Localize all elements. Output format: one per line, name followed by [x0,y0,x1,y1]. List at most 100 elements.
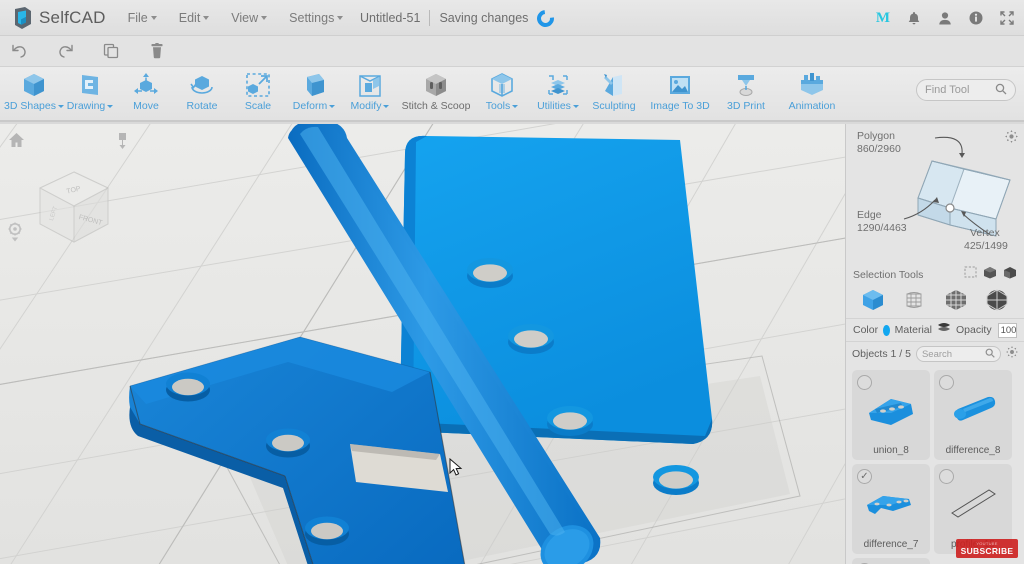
menu-file[interactable]: File [128,11,157,25]
ribbon-tool-animation[interactable]: Animation [774,67,850,122]
utilities-icon [544,70,572,100]
top-right-icons: M [876,0,1014,36]
selfcad-logo-icon [12,6,34,30]
divider [429,10,430,26]
selection-tools-row: Selection Tools [846,264,1024,286]
find-tool-search[interactable]: Find Tool [916,79,1016,101]
material-icon[interactable] [937,321,951,339]
grid-snap-icon[interactable] [115,132,130,155]
ribbon-tool-stitch-scoop[interactable]: Stitch & Scoop [398,67,474,122]
ribbon-tool-tools[interactable]: Tools [474,67,530,122]
ribbon-tool-rotate[interactable]: Rotate [174,67,230,122]
undo-icon[interactable] [8,40,30,62]
object-checkbox[interactable] [939,469,954,484]
menu-view[interactable]: View [231,11,267,25]
ribbon-tool-drawing[interactable]: Drawing [62,67,118,122]
ribbon-tool-scale[interactable]: Scale [230,67,286,122]
viewport-settings-icon[interactable] [6,222,24,247]
menu-settings-label: Settings [289,11,334,25]
ribbon-tool-deform[interactable]: Deform [286,67,342,122]
ribbon-tool-utilities[interactable]: Utilities [530,67,586,122]
objects-settings-icon[interactable] [1006,345,1018,363]
object-name: difference_8 [946,445,1001,456]
objects-grid: union_8 difference_8 ✓ [846,366,1024,564]
object-mode-icon[interactable] [861,288,885,317]
edge-mode-icon[interactable] [944,288,968,317]
menu-view-label: View [231,11,258,25]
chevron-down-icon [203,16,209,20]
color-label: Color [853,324,878,336]
search-icon [995,83,1007,98]
mesh-statistics: Polygon 860/2960 Edge 1290/4463 Vertex 4… [846,124,1024,264]
notification-bell-icon[interactable] [907,11,921,26]
object-card-union-8[interactable]: union_8 [852,370,930,460]
brand: SelfCAD [12,6,106,30]
edit-toolbar [0,36,1024,67]
polygon-label: Polygon [857,130,895,143]
cube-icon [20,70,48,100]
face-mode-icon[interactable] [902,288,926,317]
home-icon[interactable] [8,132,25,154]
main-ribbon-toolbar: 3D Shapes Drawing Move Rotate [0,67,1024,122]
fullscreen-icon[interactable] [1000,11,1014,25]
material-label: Material [895,324,932,336]
rectangle-select-icon[interactable] [964,266,977,284]
object-card-difference-7[interactable]: ✓ difference_7 [852,464,930,554]
m-brand-logo[interactable]: M [876,10,890,27]
3d-print-icon [732,70,760,100]
chevron-down-icon [107,105,113,108]
object-checkbox-checked[interactable]: ✓ [857,469,872,484]
ribbon-tool-image-to-3d[interactable]: Image To 3D [642,67,718,122]
image-to-3d-icon [666,70,694,100]
box-select-icon[interactable] [983,266,997,284]
redo-icon[interactable] [54,40,76,62]
tools-icon [488,70,516,100]
menu-edit[interactable]: Edit [179,11,210,25]
polygon-value: 860/2960 [857,143,901,156]
copy-icon[interactable] [100,40,122,62]
drawing-icon [76,70,104,100]
ribbon-tool-label: Animation [789,100,836,112]
lasso-select-icon[interactable] [1003,266,1017,284]
color-swatch[interactable] [883,325,890,336]
objects-search-input[interactable]: Search [916,346,1001,362]
objects-count-label: Objects 1 / 5 [852,348,911,360]
object-card-difference-8[interactable]: difference_8 [934,370,1012,460]
object-card-partial[interactable] [852,558,930,564]
object-name: union_8 [873,445,909,456]
subscribe-overlay-button[interactable]: YOUTUBE SUBSCRIBE [956,539,1018,558]
vertex-mode-icon[interactable] [985,288,1009,317]
ribbon-tool-label: Scale [245,100,271,112]
selection-modes [846,286,1024,318]
color-material-opacity-row: Color Material Opacity 100 [846,318,1024,342]
ribbon-tool-3d-print[interactable]: 3D Print [718,67,774,122]
object-checkbox[interactable] [939,375,954,390]
scale-icon [244,70,272,100]
edge-value: 1290/4463 [857,222,907,235]
object-checkbox[interactable] [857,375,872,390]
chevron-down-icon [337,16,343,20]
vertex-value: 425/1499 [964,240,1008,253]
rotate-icon [188,70,216,100]
edge-label: Edge [857,209,882,222]
opacity-label: Opacity [956,324,992,336]
ribbon-tool-label: Drawing [67,100,114,112]
menu-settings[interactable]: Settings [289,11,343,25]
document-title[interactable]: Untitled-51 [360,11,420,25]
vertex-label: Vertex [970,227,1000,240]
ribbon-tool-modify[interactable]: Modify [342,67,398,122]
ribbon-tool-move[interactable]: Move [118,67,174,122]
ribbon-tool-label: Rotate [187,100,218,112]
user-account-icon[interactable] [938,11,952,26]
ribbon-tool-3d-shapes[interactable]: 3D Shapes [6,67,62,122]
info-icon[interactable] [969,11,983,25]
opacity-input[interactable]: 100 [998,323,1017,338]
view-cube[interactable]: TOP FRONT LEFT [28,162,120,259]
objects-search-placeholder: Search [922,349,952,360]
chevron-down-icon [329,105,335,108]
ribbon-tool-sculpting[interactable]: Sculpting [586,67,642,122]
delete-icon[interactable] [146,40,168,62]
chevron-down-icon [383,105,389,108]
chevron-down-icon [151,16,157,20]
sculpting-icon [600,70,628,100]
